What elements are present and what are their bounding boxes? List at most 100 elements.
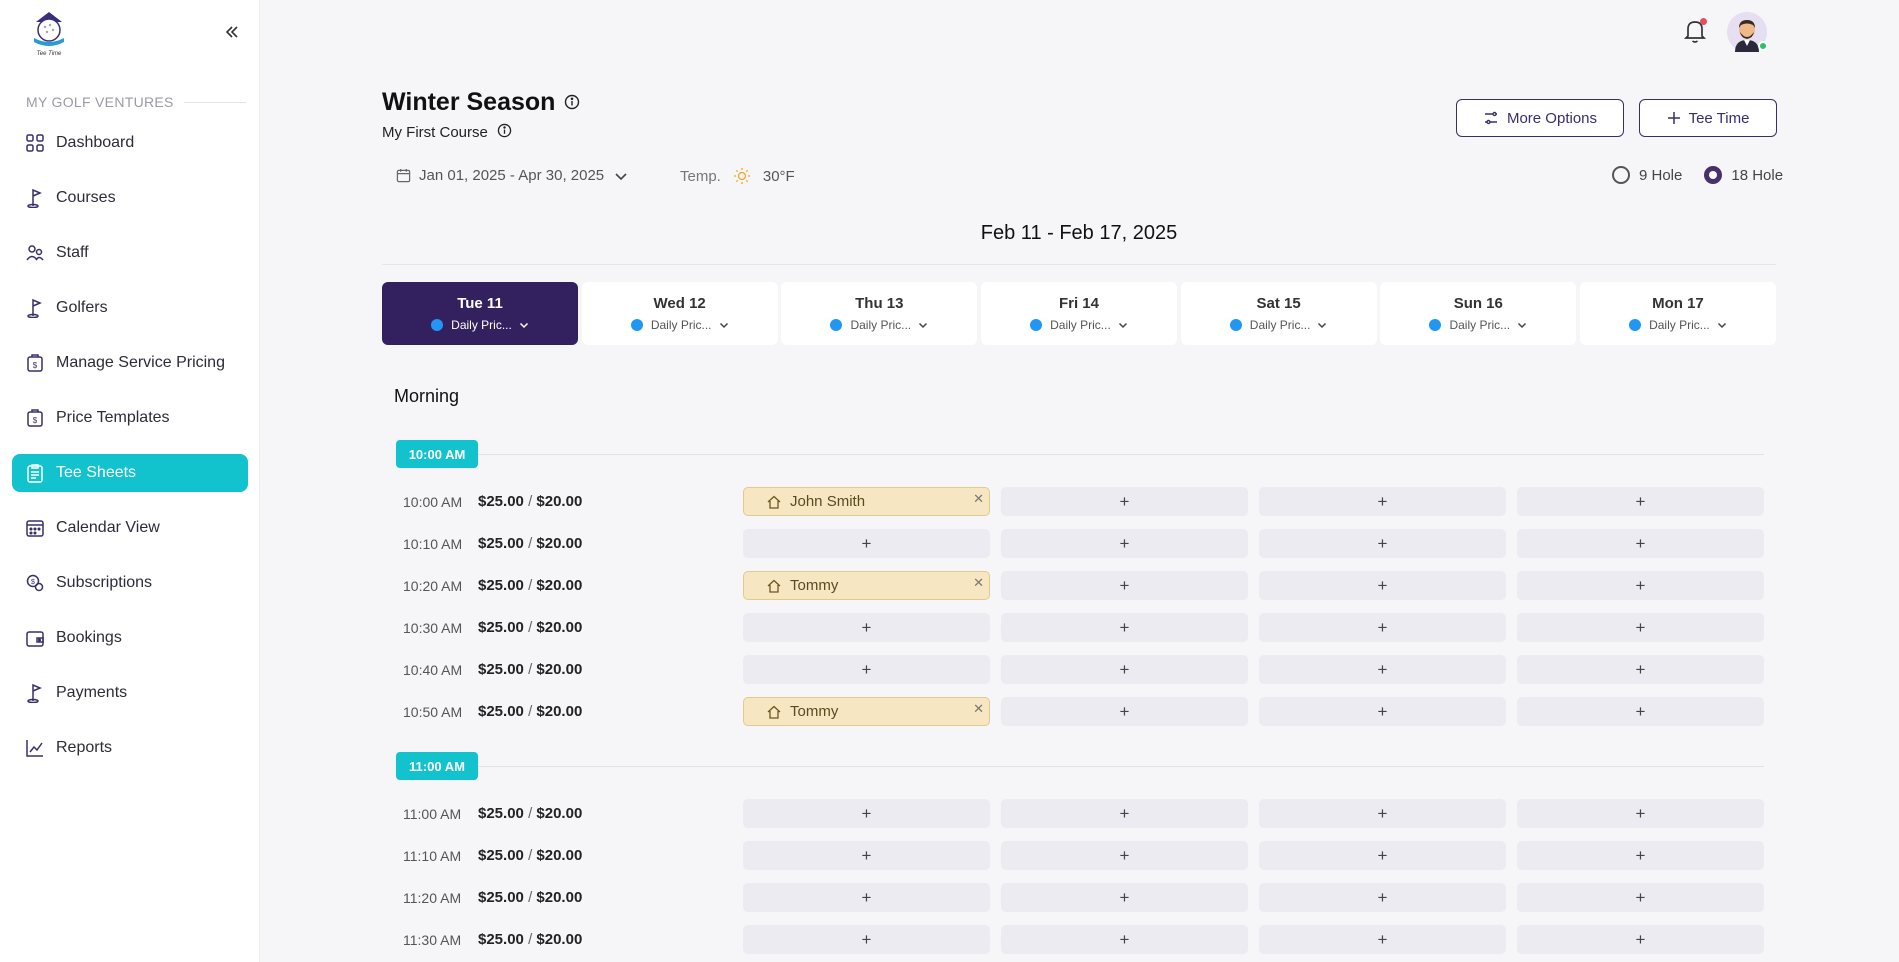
more-options-button[interactable]: More Options bbox=[1456, 99, 1624, 137]
sidebar-item-dashboard[interactable]: Dashboard bbox=[12, 124, 248, 162]
add-booking-slot[interactable]: + bbox=[1517, 487, 1764, 516]
daily-price-dropdown[interactable]: Daily Pric... bbox=[830, 318, 928, 332]
add-booking-slot[interactable]: + bbox=[1259, 799, 1506, 828]
remove-booking-icon[interactable]: ✕ bbox=[973, 701, 984, 717]
sidebar-item-subscriptions[interactable]: $ Subscriptions bbox=[12, 564, 248, 602]
sidebar-item-price-templates[interactable]: $ Price Templates bbox=[12, 399, 248, 437]
day-tab-sat-15[interactable]: Sat 15 Daily Pric... bbox=[1180, 282, 1377, 345]
add-booking-slot[interactable]: + bbox=[1001, 841, 1248, 870]
add-booking-slot[interactable]: + bbox=[1259, 529, 1506, 558]
daily-price-dropdown[interactable]: Daily Pric... bbox=[1629, 318, 1727, 332]
info-icon[interactable] bbox=[497, 123, 512, 142]
tee-time-label: 10:30 AM bbox=[403, 620, 463, 636]
plus-icon: + bbox=[861, 845, 872, 865]
tee-time-price: $25.00 / $20.00 bbox=[478, 889, 583, 906]
add-booking-slot[interactable]: + bbox=[1001, 529, 1248, 558]
sidebar-item-payments[interactable]: Payments bbox=[12, 674, 248, 712]
daily-price-dropdown[interactable]: Daily Pric... bbox=[1229, 318, 1328, 332]
add-booking-slot[interactable]: + bbox=[743, 529, 990, 558]
add-booking-slot[interactable]: + bbox=[1517, 655, 1764, 684]
add-tee-time-button[interactable]: Tee Time bbox=[1639, 99, 1777, 137]
add-booking-slot[interactable]: + bbox=[1517, 613, 1764, 642]
add-booking-slot[interactable]: + bbox=[743, 655, 990, 684]
add-booking-slot[interactable]: + bbox=[1001, 613, 1248, 642]
add-booking-slot[interactable]: + bbox=[1517, 883, 1764, 912]
plus-icon: + bbox=[861, 533, 872, 553]
sidebar-item-staff[interactable]: Staff bbox=[12, 234, 248, 272]
sidebar-item-reports[interactable]: Reports bbox=[12, 729, 248, 767]
calendar-icon bbox=[24, 517, 46, 539]
add-booking-slot[interactable]: + bbox=[1517, 697, 1764, 726]
add-booking-slot[interactable]: + bbox=[743, 799, 990, 828]
sidebar-item-manage-service-pricing[interactable]: $ Manage Service Pricing bbox=[12, 344, 248, 382]
day-tab-mon-17[interactable]: Mon 17 Daily Pric... bbox=[1579, 282, 1776, 345]
season-date-range-dropdown[interactable]: Jan 01, 2025 - Apr 30, 2025 bbox=[396, 167, 628, 184]
add-booking-slot[interactable]: + bbox=[1001, 799, 1248, 828]
add-booking-slot[interactable]: + bbox=[1259, 697, 1506, 726]
day-tab-wed-12[interactable]: Wed 12 Daily Pric... bbox=[581, 282, 778, 345]
daily-price-dropdown[interactable]: Daily Pric... bbox=[1030, 318, 1128, 332]
add-booking-slot[interactable]: + bbox=[1259, 613, 1506, 642]
day-tab-fri-14[interactable]: Fri 14 Daily Pric... bbox=[980, 282, 1177, 345]
collapse-sidebar-button[interactable] bbox=[220, 20, 244, 44]
add-booking-slot[interactable]: + bbox=[1001, 487, 1248, 516]
course-name: My First Course bbox=[382, 123, 512, 142]
add-booking-slot[interactable]: + bbox=[1001, 571, 1248, 600]
notifications-button[interactable] bbox=[1683, 18, 1709, 46]
add-booking-slot[interactable]: + bbox=[1259, 925, 1506, 954]
add-booking-slot[interactable]: + bbox=[743, 841, 990, 870]
dashboard-icon bbox=[24, 132, 46, 154]
sidebar-item-bookings[interactable]: Bookings bbox=[12, 619, 248, 657]
add-booking-slot[interactable]: + bbox=[1001, 883, 1248, 912]
add-booking-slot[interactable]: + bbox=[1517, 841, 1764, 870]
add-booking-slot[interactable]: + bbox=[1259, 487, 1506, 516]
add-booking-slot[interactable]: + bbox=[1001, 655, 1248, 684]
booked-slot[interactable]: John Smith ✕ bbox=[743, 487, 990, 516]
sidebar-item-courses[interactable]: Courses bbox=[12, 179, 248, 217]
daily-price-dropdown[interactable]: Daily Pric... bbox=[630, 318, 729, 332]
day-tab-tue-11[interactable]: Tue 11 Daily Pric... bbox=[382, 282, 578, 345]
svg-text:$: $ bbox=[33, 361, 38, 370]
day-tab-sun-16[interactable]: Sun 16 Daily Pric... bbox=[1380, 282, 1577, 345]
add-booking-slot[interactable]: + bbox=[1259, 571, 1506, 600]
tee-time-label: 11:00 AM bbox=[403, 806, 462, 822]
add-booking-slot[interactable]: + bbox=[1259, 883, 1506, 912]
add-booking-slot[interactable]: + bbox=[743, 613, 990, 642]
table-row: 10:10 AM $25.00 / $20.00 + + + + bbox=[403, 529, 1765, 558]
add-booking-slot[interactable]: + bbox=[1517, 571, 1764, 600]
sidebar-item-golfers[interactable]: Golfers bbox=[12, 289, 248, 327]
radio-18-hole[interactable]: 18 Hole bbox=[1704, 166, 1783, 184]
tee-time-price: $25.00 / $20.00 bbox=[478, 577, 583, 594]
sidebar-item-calendar-view[interactable]: Calendar View bbox=[12, 509, 248, 547]
remove-booking-icon[interactable]: ✕ bbox=[973, 491, 984, 507]
sidebar-item-tee-sheets[interactable]: Tee Sheets bbox=[12, 454, 248, 492]
chevron-down-icon bbox=[918, 320, 928, 330]
app-logo[interactable]: Tee Time bbox=[24, 8, 74, 58]
booked-slot[interactable]: Tommy ✕ bbox=[743, 697, 990, 726]
add-booking-slot[interactable]: + bbox=[1001, 697, 1248, 726]
double-chevron-left-icon bbox=[225, 26, 238, 38]
add-booking-slot[interactable]: + bbox=[1001, 925, 1248, 954]
add-booking-slot[interactable]: + bbox=[1517, 529, 1764, 558]
calendar-icon bbox=[396, 168, 411, 183]
daily-price-dropdown[interactable]: Daily Pric... bbox=[1429, 318, 1527, 332]
svg-text:$: $ bbox=[31, 579, 35, 586]
plus-icon: + bbox=[1377, 887, 1388, 907]
temperature-display: Temp. 30°F bbox=[680, 167, 795, 185]
daily-price-dropdown[interactable]: Daily Pric... bbox=[431, 318, 529, 332]
radio-9-hole[interactable]: 9 Hole bbox=[1612, 166, 1682, 184]
add-booking-slot[interactable]: + bbox=[1517, 799, 1764, 828]
add-booking-slot[interactable]: + bbox=[1259, 655, 1506, 684]
tee-time-label: 11:20 AM bbox=[403, 890, 462, 906]
add-booking-slot[interactable]: + bbox=[1517, 925, 1764, 954]
plus-icon: + bbox=[1119, 803, 1130, 823]
day-tab-thu-13[interactable]: Thu 13 Daily Pric... bbox=[781, 282, 978, 345]
add-booking-slot[interactable]: + bbox=[743, 925, 990, 954]
plus-icon: + bbox=[1377, 929, 1388, 949]
add-booking-slot[interactable]: + bbox=[1259, 841, 1506, 870]
avatar[interactable] bbox=[1727, 12, 1768, 52]
remove-booking-icon[interactable]: ✕ bbox=[973, 575, 984, 591]
info-icon[interactable] bbox=[564, 88, 580, 117]
add-booking-slot[interactable]: + bbox=[743, 883, 990, 912]
booked-slot[interactable]: Tommy ✕ bbox=[743, 571, 990, 600]
